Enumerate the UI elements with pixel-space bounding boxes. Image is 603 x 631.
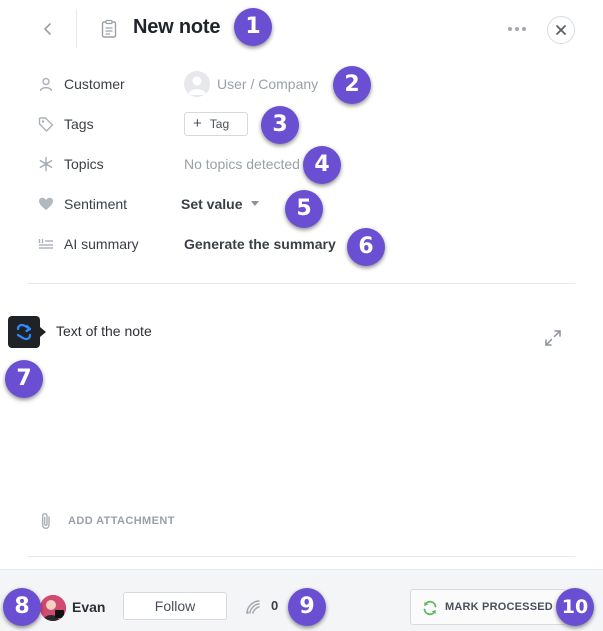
mark-processed-button[interactable]: MARK PROCESSED xyxy=(410,589,566,625)
callout-2: 2 xyxy=(333,66,371,104)
divider xyxy=(28,283,575,284)
plus-icon: + xyxy=(193,115,202,132)
signal-count: 0 xyxy=(271,598,279,613)
topics-value: No topics detected xyxy=(184,156,300,172)
avatar[interactable] xyxy=(40,595,66,621)
sentiment-select[interactable]: Set value xyxy=(181,196,242,212)
chevron-left-icon xyxy=(43,23,51,35)
signal-icon[interactable] xyxy=(245,599,261,615)
callout-8: 8 xyxy=(3,588,41,626)
callout-3: 3 xyxy=(261,106,299,144)
divider xyxy=(28,556,575,557)
paperclip-icon xyxy=(38,512,54,530)
callout-7: 7 xyxy=(5,360,43,398)
customer-row: Customer User / Company xyxy=(38,71,578,97)
snowflake-icon xyxy=(38,156,54,172)
ai-assistant-button[interactable] xyxy=(8,316,46,348)
topics-label: Topics xyxy=(64,156,104,172)
heart-icon xyxy=(38,196,54,212)
close-icon xyxy=(556,25,566,35)
tag-icon xyxy=(38,116,54,132)
back-button[interactable] xyxy=(38,19,58,39)
callout-4: 4 xyxy=(303,146,341,184)
callout-6: 6 xyxy=(347,228,385,266)
summary-lines-icon xyxy=(38,236,54,252)
user-name: Evan xyxy=(72,599,106,615)
add-attachment-label: ADD ATTACHMENT xyxy=(68,515,175,527)
customer-input[interactable]: User / Company xyxy=(217,76,318,92)
callout-9: 9 xyxy=(288,588,326,626)
callout-1: 1 xyxy=(234,8,272,46)
ai-summary-row: AI summary Generate the summary xyxy=(38,232,578,256)
tags-row: Tags + Tag xyxy=(38,112,578,136)
customer-avatar[interactable] xyxy=(184,71,210,97)
note-text-editor[interactable]: Text of the note xyxy=(56,323,152,339)
header-divider xyxy=(76,10,77,48)
ellipsis-icon xyxy=(508,27,526,31)
more-options-button[interactable] xyxy=(506,18,528,43)
sentiment-label: Sentiment xyxy=(64,196,128,212)
person-icon xyxy=(38,76,54,92)
callout-10: 10 xyxy=(556,588,594,626)
chevron-down-icon[interactable] xyxy=(251,201,259,206)
callout-5: 5 xyxy=(285,190,323,228)
ai-summary-label: AI summary xyxy=(64,236,139,252)
follow-button[interactable]: Follow xyxy=(123,592,227,620)
expand-icon xyxy=(545,330,561,346)
close-button[interactable] xyxy=(547,16,575,44)
refresh-icon xyxy=(422,600,438,616)
mark-processed-label: MARK PROCESSED xyxy=(445,601,553,613)
clipboard-icon xyxy=(100,19,118,39)
note-header: New note xyxy=(0,0,603,60)
add-tag-label: Tag xyxy=(209,117,230,131)
generate-summary-button[interactable]: Generate the summary xyxy=(184,236,336,252)
ai-assistant-icon xyxy=(16,323,32,341)
page-title[interactable]: New note xyxy=(133,16,220,39)
add-tag-button[interactable]: + Tag xyxy=(184,112,248,136)
expand-button[interactable] xyxy=(544,329,562,347)
customer-label: Customer xyxy=(64,76,125,92)
tags-label: Tags xyxy=(64,116,94,132)
